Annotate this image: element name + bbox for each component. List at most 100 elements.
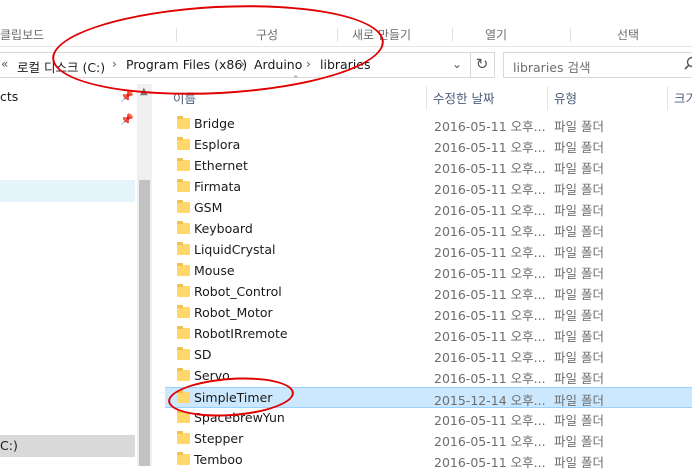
folder-icon — [177, 454, 190, 465]
file-row[interactable]: Robot_Control 2016-05-11 오후... 파일 폴더 — [165, 282, 692, 303]
file-row[interactable]: Temboo 2016-05-11 오후... 파일 폴더 — [165, 450, 692, 471]
file-row[interactable]: GSM 2016-05-11 오후... 파일 폴더 — [165, 198, 692, 219]
folder-icon — [177, 307, 190, 318]
folder-icon — [177, 139, 190, 150]
nav-item-drive[interactable]: C:) — [0, 435, 135, 457]
ribbon-divider — [452, 28, 453, 42]
column-header-date[interactable]: 수정한 날짜 — [433, 88, 494, 107]
chevron-down-icon[interactable]: ⌄ — [452, 57, 462, 71]
ribbon-group-select[interactable]: 선택 — [617, 26, 639, 43]
file-row[interactable]: Firmata 2016-05-11 오후... 파일 폴더 — [165, 177, 692, 198]
file-row[interactable]: Keyboard 2016-05-11 오후... 파일 폴더 — [165, 219, 692, 240]
file-row[interactable]: Stepper 2016-05-11 오후... 파일 폴더 — [165, 429, 692, 450]
folder-icon — [177, 160, 190, 171]
search-icon[interactable] — [684, 55, 692, 74]
file-date: 2016-05-11 오후... — [434, 284, 546, 303]
column-header-type[interactable]: 유형 — [554, 88, 577, 107]
search-box[interactable]: libraries 검색 — [503, 52, 692, 78]
file-type: 파일 폴더 — [554, 390, 604, 409]
nav-item-drive-label: C:) — [0, 438, 18, 453]
pin-icon[interactable]: 📌 — [120, 113, 134, 126]
folder-icon — [177, 349, 190, 360]
file-row[interactable]: Ethernet 2016-05-11 오후... 파일 폴더 — [165, 156, 692, 177]
file-name: Bridge — [194, 116, 235, 131]
file-date: 2016-05-11 오후... — [434, 326, 546, 345]
folder-icon — [177, 244, 190, 255]
folder-icon — [177, 370, 190, 381]
scrollbar-thumb[interactable] — [139, 180, 150, 466]
folder-icon — [177, 118, 190, 129]
refresh-icon[interactable]: ↻ — [470, 52, 495, 78]
file-date: 2016-05-11 오후... — [434, 410, 546, 429]
file-type: 파일 폴더 — [554, 116, 604, 135]
file-row[interactable]: Bridge 2016-05-11 오후... 파일 폴더 — [165, 114, 692, 135]
overflow-icon[interactable]: « — [1, 57, 8, 71]
file-name: Ethernet — [194, 158, 248, 173]
file-row[interactable]: Esplora 2016-05-11 오후... 파일 폴더 — [165, 135, 692, 156]
nav-scrollbar[interactable]: ▲ — [137, 84, 152, 466]
file-date: 2016-05-11 오후... — [434, 452, 546, 471]
file-date: 2016-05-11 오후... — [434, 200, 546, 219]
file-name: Mouse — [194, 263, 235, 278]
file-type: 파일 폴더 — [554, 305, 604, 324]
file-name: Robot_Motor — [194, 305, 273, 320]
nav-item-quick-access[interactable]: cts — [0, 89, 18, 104]
file-name: Firmata — [194, 179, 241, 194]
file-name: SD — [194, 347, 212, 362]
search-input[interactable]: libraries 검색 — [513, 57, 590, 76]
column-divider[interactable] — [547, 86, 548, 110]
folder-icon — [177, 433, 190, 444]
file-type: 파일 폴더 — [554, 221, 604, 240]
folder-icon — [177, 265, 190, 276]
column-header-size[interactable]: 크기 — [674, 88, 692, 107]
file-name: Stepper — [194, 431, 243, 446]
file-row[interactable]: Mouse 2016-05-11 오후... 파일 폴더 — [165, 261, 692, 282]
column-divider[interactable] — [426, 86, 427, 110]
folder-icon — [177, 202, 190, 213]
file-type: 파일 폴더 — [554, 263, 604, 282]
file-type: 파일 폴더 — [554, 179, 604, 198]
file-date: 2016-05-11 오후... — [434, 179, 546, 198]
file-name: Temboo — [194, 452, 243, 467]
file-date: 2016-05-11 오후... — [434, 347, 546, 366]
folder-icon — [177, 223, 190, 234]
nav-item-selected[interactable] — [0, 180, 135, 202]
file-row[interactable]: Robot_Motor 2016-05-11 오후... 파일 폴더 — [165, 303, 692, 324]
file-name: Robot_Control — [194, 284, 282, 299]
ribbon-group-open[interactable]: 열기 — [485, 26, 507, 43]
file-name: Esplora — [194, 137, 240, 152]
file-date: 2016-05-11 오후... — [434, 368, 546, 387]
file-row[interactable]: SD 2016-05-11 오후... 파일 폴더 — [165, 345, 692, 366]
file-type: 파일 폴더 — [554, 284, 604, 303]
file-date: 2016-05-11 오후... — [434, 221, 546, 240]
file-date: 2016-05-11 오후... — [434, 158, 546, 177]
folder-icon — [177, 286, 190, 297]
file-type: 파일 폴더 — [554, 158, 604, 177]
file-type: 파일 폴더 — [554, 452, 604, 471]
file-type: 파일 폴더 — [554, 347, 604, 366]
file-date: 2016-05-11 오후... — [434, 305, 546, 324]
navigation-pane: cts 📌 📌 C:) — [0, 84, 137, 466]
file-name: Keyboard — [194, 221, 253, 236]
file-date: 2016-05-11 오후... — [434, 263, 546, 282]
file-type: 파일 폴더 — [554, 431, 604, 450]
file-type: 파일 폴더 — [554, 200, 604, 219]
file-row[interactable]: LiquidCrystal 2016-05-11 오후... 파일 폴더 — [165, 240, 692, 261]
folder-icon — [177, 181, 190, 192]
file-date: 2016-05-11 오후... — [434, 431, 546, 450]
file-date: 2016-05-11 오후... — [434, 116, 546, 135]
file-date: 2016-05-11 오후... — [434, 242, 546, 261]
folder-icon — [177, 328, 190, 339]
ribbon-group-clipboard[interactable]: 클립보드 — [0, 26, 44, 43]
file-type: 파일 폴더 — [554, 368, 604, 387]
file-row[interactable]: RobotIRremote2016-05-11 오후...파일 폴더 — [165, 324, 692, 345]
file-type: 파일 폴더 — [554, 242, 604, 261]
file-name: LiquidCrystal — [194, 242, 276, 257]
file-type: 파일 폴더 — [554, 137, 604, 156]
file-date: 2016-05-11 오후... — [434, 137, 546, 156]
column-divider[interactable] — [667, 86, 668, 110]
file-type: 파일 폴더 — [554, 410, 604, 429]
ribbon-divider — [570, 28, 571, 42]
file-date: 2015-12-14 오후... — [434, 390, 546, 409]
file-name: GSM — [194, 200, 222, 215]
